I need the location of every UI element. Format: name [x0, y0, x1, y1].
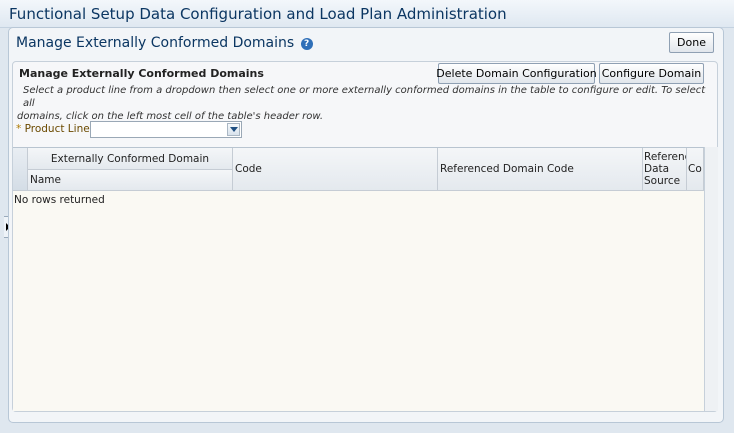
product-line-label: * Product Line [16, 123, 90, 135]
instructions: Select a product line from a dropdown th… [17, 84, 715, 123]
column-header-code[interactable]: Code [233, 148, 438, 191]
column-header-con[interactable]: Co [687, 148, 704, 191]
empty-message: No rows returned [14, 194, 105, 206]
app-title: Functional Setup Data Configuration and … [9, 5, 507, 23]
column-header-referenced-domain-code[interactable]: Referenced Domain Code [438, 148, 643, 191]
select-all-cell[interactable] [13, 148, 28, 191]
domains-table: Externally Conformed Domain Name Code Re… [13, 147, 704, 411]
required-marker: * [16, 123, 22, 135]
main-panel: Manage Externally Conformed Domains ? Do… [8, 27, 724, 423]
app-header: Functional Setup Data Configuration and … [0, 0, 734, 28]
delete-domain-configuration-button[interactable]: Delete Domain Configuration [436, 63, 597, 84]
column-header-name[interactable]: Name [28, 170, 233, 191]
configure-domain-button[interactable]: Configure Domain [599, 63, 704, 84]
product-line-select[interactable] [90, 121, 242, 138]
column-group-externally-conformed-domain: Externally Conformed Domain [28, 148, 233, 170]
configure-button-label: Configure Domain [601, 67, 702, 80]
help-icon[interactable]: ? [300, 38, 313, 50]
column-header-referenced-data-source[interactable]: Referenced Data Source [643, 148, 687, 191]
page-title-text: Manage Externally Conformed Domains [16, 35, 295, 51]
done-button[interactable]: Done [669, 32, 714, 53]
instructions-line-1: Select a product line from a dropdown th… [23, 85, 706, 109]
product-line-label-text: Product Line [24, 123, 90, 135]
chevron-down-icon[interactable] [227, 123, 240, 136]
panel-title: Manage Externally Conformed Domains [19, 67, 264, 80]
delete-button-label: Delete Domain Configuration [436, 67, 597, 80]
page-title: Manage Externally Conformed Domains ? [16, 35, 313, 51]
done-button-label: Done [677, 36, 706, 49]
table-vertical-scrollbar[interactable] [704, 147, 718, 411]
domains-panel: Manage Externally Conformed Domains Dele… [12, 61, 718, 412]
